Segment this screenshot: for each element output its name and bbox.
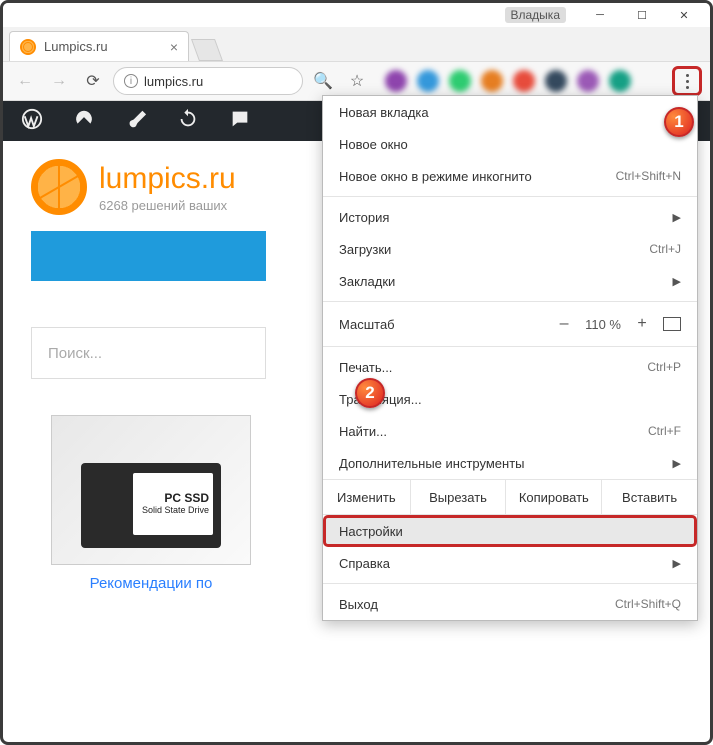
menu-edit-row: Изменить Вырезать Копировать Вставить (323, 479, 697, 515)
reload-button[interactable]: ⟳ (79, 67, 107, 95)
card-title: Рекомендации по (31, 575, 271, 592)
menu-print[interactable]: Печать...Ctrl+P (323, 351, 697, 383)
wordpress-icon[interactable] (21, 108, 43, 135)
menu-settings[interactable]: Настройки (323, 515, 697, 547)
tab-lumpics[interactable]: Lumpics.ru × (9, 31, 189, 61)
card-ssd[interactable]: PC SSDSolid State Drive Рекомендации по (31, 415, 271, 592)
site-info-icon[interactable]: i (124, 74, 138, 88)
zoom-in-button[interactable]: + (631, 315, 653, 333)
comment-icon[interactable] (229, 108, 251, 135)
menu-more-tools[interactable]: Дополнительные инструменты▶ (323, 447, 697, 479)
annotation-badge-2: 2 (355, 378, 385, 408)
menu-zoom: Масштаб – 110 % + (323, 306, 697, 342)
nav-bar[interactable] (31, 231, 266, 281)
menu-exit[interactable]: ВыходCtrl+Shift+Q (323, 588, 697, 620)
address-text: lumpics.ru (144, 74, 203, 89)
site-title: lumpics.ru (99, 162, 236, 196)
close-button[interactable]: ✕ (664, 4, 704, 26)
menu-history[interactable]: История▶ (323, 201, 697, 233)
tab-strip: Lumpics.ru × (3, 27, 710, 61)
site-logo-icon (31, 159, 87, 215)
favicon-icon (20, 39, 36, 55)
edit-label: Изменить (323, 490, 410, 505)
menu-paste[interactable]: Вставить (601, 480, 697, 514)
brush-icon[interactable] (125, 108, 147, 135)
minimize-button[interactable]: ─ (580, 4, 620, 26)
menu-incognito[interactable]: Новое окно в режиме инкогнитоCtrl+Shift+… (323, 160, 697, 192)
menu-find[interactable]: Найти...Ctrl+F (323, 415, 697, 447)
menu-bookmarks[interactable]: Закладки▶ (323, 265, 697, 297)
ssd-thumb: PC SSDSolid State Drive (51, 415, 251, 565)
address-bar[interactable]: i lumpics.ru (113, 67, 303, 95)
zoom-out-button[interactable]: – (553, 315, 575, 333)
menu-new-window[interactable]: Новое окно (323, 128, 697, 160)
back-button[interactable]: ← (11, 67, 39, 95)
search-input[interactable]: Поиск... (31, 327, 266, 379)
new-tab-button[interactable] (191, 39, 223, 61)
chrome-menu-button[interactable] (672, 66, 702, 96)
extensions-area (385, 70, 658, 92)
menu-help[interactable]: Справка▶ (323, 547, 697, 579)
site-subtitle: 6268 решений ваших (99, 198, 236, 213)
chrome-menu: Новая вкладка Новое окно Новое окно в ре… (322, 95, 698, 621)
menu-cut[interactable]: Вырезать (410, 480, 506, 514)
menu-new-tab[interactable]: Новая вкладка (323, 96, 697, 128)
refresh-icon[interactable] (177, 108, 199, 135)
forward-button[interactable]: → (45, 67, 73, 95)
fullscreen-icon[interactable] (663, 317, 681, 331)
menu-downloads[interactable]: ЗагрузкиCtrl+J (323, 233, 697, 265)
maximize-button[interactable]: ☐ (622, 4, 662, 26)
menu-copy[interactable]: Копировать (505, 480, 601, 514)
titlebar: Владыка ─ ☐ ✕ (3, 3, 710, 27)
bookmark-star-icon[interactable]: ☆ (343, 67, 371, 95)
annotation-badge-1: 1 (664, 107, 694, 137)
tab-close-icon[interactable]: × (170, 39, 178, 55)
tab-title: Lumpics.ru (44, 39, 108, 54)
dashboard-icon[interactable] (73, 108, 95, 135)
zoom-label: Масштаб (339, 317, 395, 332)
profile-name[interactable]: Владыка (505, 7, 567, 23)
browser-window: Владыка ─ ☐ ✕ Lumpics.ru × ← → ⟳ i lumpi… (0, 0, 713, 745)
zoom-icon[interactable]: 🔍 (309, 67, 337, 95)
zoom-value: 110 % (585, 317, 621, 332)
search-placeholder: Поиск... (48, 345, 102, 362)
